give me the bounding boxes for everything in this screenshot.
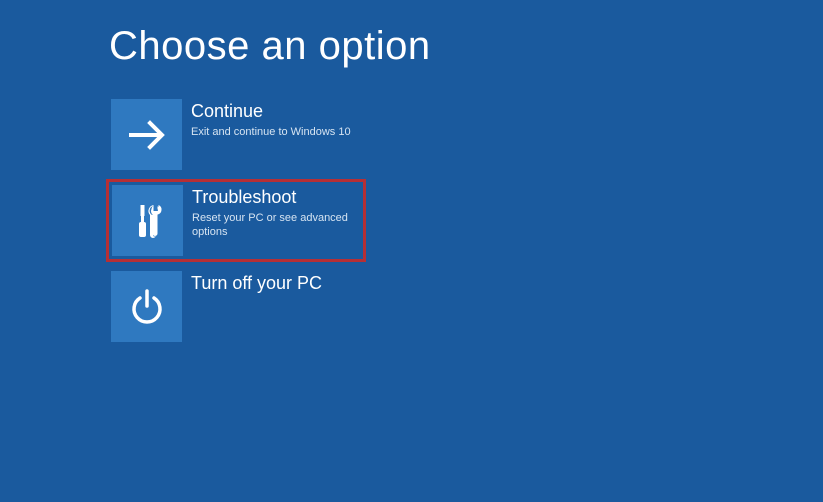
troubleshoot-title: Troubleshoot: [192, 187, 360, 209]
turnoff-option[interactable]: Turn off your PC: [109, 269, 369, 344]
troubleshoot-option[interactable]: Troubleshoot Reset your PC or see advanc…: [106, 179, 366, 262]
turnoff-title: Turn off your PC: [191, 273, 322, 295]
tools-icon: [112, 185, 183, 256]
continue-title: Continue: [191, 101, 351, 123]
continue-option[interactable]: Continue Exit and continue to Windows 10: [109, 97, 369, 172]
continue-text: Continue Exit and continue to Windows 10: [182, 99, 351, 139]
recovery-menu: Choose an option Continue Exit and conti…: [0, 0, 823, 344]
troubleshoot-desc: Reset your PC or see advanced options: [192, 211, 360, 240]
power-icon: [111, 271, 182, 342]
continue-desc: Exit and continue to Windows 10: [191, 125, 351, 139]
page-title: Choose an option: [109, 24, 823, 69]
arrow-right-icon: [111, 99, 182, 170]
turnoff-text: Turn off your PC: [182, 271, 322, 295]
troubleshoot-text: Troubleshoot Reset your PC or see advanc…: [183, 185, 360, 239]
